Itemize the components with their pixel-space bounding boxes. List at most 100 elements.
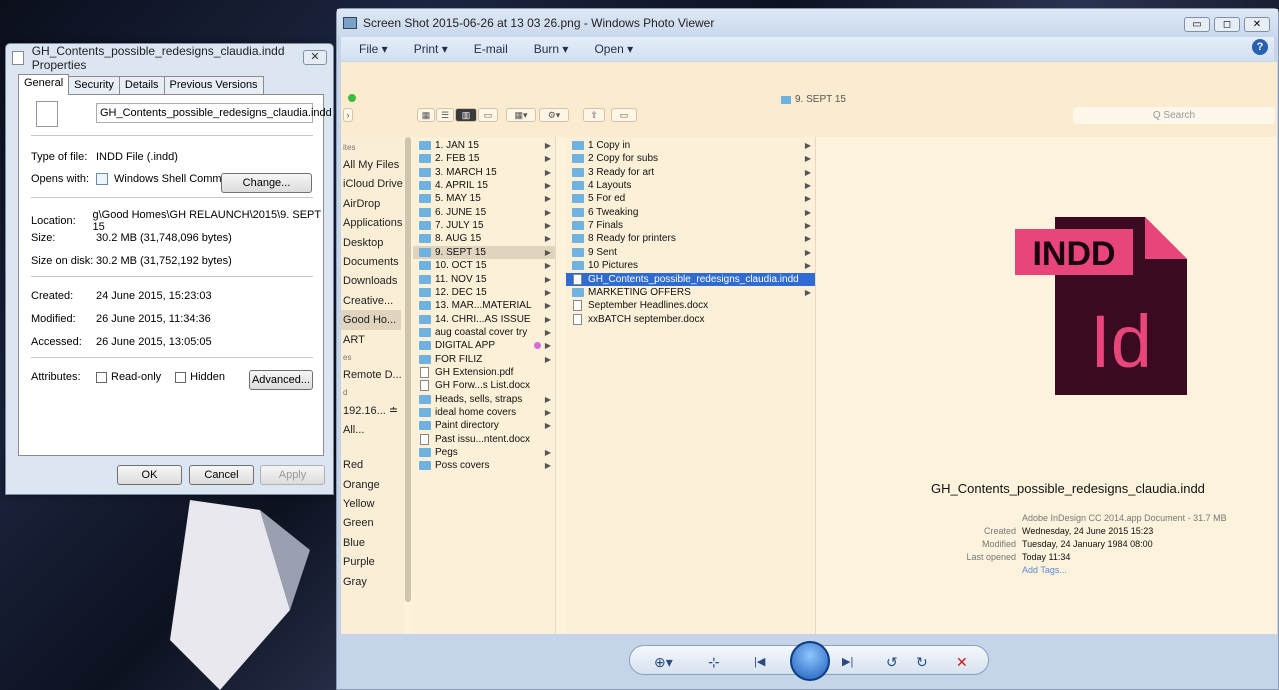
sidebar-item[interactable]: All... xyxy=(343,424,364,436)
icon-view-icon[interactable]: ▦ xyxy=(417,108,435,122)
sidebar-item[interactable]: Green xyxy=(343,517,374,529)
folder-item[interactable]: Poss covers ▶ xyxy=(413,459,555,472)
folder-item[interactable]: 4 Layouts ▶ xyxy=(566,179,815,192)
sidebar-item[interactable]: Good Ho... xyxy=(343,314,396,326)
folder-item[interactable]: 5. MAY 15 ▶ xyxy=(413,192,555,205)
folder-item[interactable]: 9 Sent ▶ xyxy=(566,246,815,259)
folder-item[interactable]: 7. JULY 15 ▶ xyxy=(413,219,555,232)
tab-general[interactable]: General xyxy=(18,74,70,95)
tab-details[interactable]: Details xyxy=(118,76,165,94)
folder-item[interactable]: Paint directory ▶ xyxy=(413,419,555,432)
folder-item[interactable]: MARKETING OFFERS ▶ xyxy=(566,286,815,299)
cancel-button[interactable]: Cancel xyxy=(189,465,254,485)
folder-item[interactable]: ideal home covers ▶ xyxy=(413,406,555,419)
folder-item[interactable]: 6. JUNE 15 ▶ xyxy=(413,206,555,219)
file-item[interactable]: GH_Contents_possible_redesigns_claudia.i… xyxy=(566,272,815,286)
folder-item[interactable]: Heads, sells, straps ▶ xyxy=(413,393,555,406)
sidebar-item[interactable]: All My Files xyxy=(343,159,399,171)
next-button[interactable]: ▶| xyxy=(842,655,853,668)
folder-item[interactable]: 14. CHRI...AS ISSUE ▶ xyxy=(413,313,555,326)
sidebar-item[interactable]: Desktop xyxy=(343,237,383,249)
tags-icon[interactable]: ▭ xyxy=(611,108,637,122)
menu-burn[interactable]: Burn ▾ xyxy=(534,42,569,56)
sidebar-item[interactable]: Purple xyxy=(343,556,375,568)
readonly-checkbox[interactable] xyxy=(96,371,107,383)
folder-item[interactable]: 8 Ready for printers ▶ xyxy=(566,232,815,245)
sidebar-item[interactable]: Gray xyxy=(343,576,367,588)
menu-file[interactable]: File ▾ xyxy=(359,42,388,56)
rotate-right-icon[interactable]: ↻ xyxy=(916,654,928,671)
apply-button[interactable]: Apply xyxy=(260,465,325,485)
folder-item[interactable]: 12. DEC 15 ▶ xyxy=(413,286,555,299)
sidebar-item[interactable]: iCloud Drive xyxy=(343,178,403,190)
maximize-button[interactable]: ◻ xyxy=(1214,17,1240,32)
sidebar-item[interactable]: Downloads xyxy=(343,275,397,287)
previous-button[interactable]: |◀ xyxy=(754,655,765,668)
folder-item[interactable]: 4. APRIL 15 ▶ xyxy=(413,179,555,192)
share-icon[interactable]: ⇧ xyxy=(583,108,605,122)
folder-item[interactable]: 1 Copy in ▶ xyxy=(566,139,815,152)
help-icon[interactable]: ? xyxy=(1252,39,1268,55)
folder-item[interactable]: 2 Copy for subs ▶ xyxy=(566,152,815,165)
finder-search-input[interactable]: Q Search xyxy=(1073,107,1275,124)
sidebar-item[interactable]: Remote D... xyxy=(343,369,402,381)
hidden-checkbox[interactable] xyxy=(175,371,187,383)
tab-security[interactable]: Security xyxy=(68,76,120,94)
sidebar-item[interactable]: Red xyxy=(343,459,363,471)
arrange-icon[interactable]: ▦▾ xyxy=(506,108,536,122)
add-tags-link[interactable]: Add Tags... xyxy=(1022,565,1067,575)
folder-item[interactable]: 2. FEB 15 ▶ xyxy=(413,152,555,165)
menu-print[interactable]: Print ▾ xyxy=(414,42,448,56)
zoom-icon[interactable]: ⊕▾ xyxy=(654,654,673,671)
action-gear-icon[interactable]: ⚙▾ xyxy=(539,108,569,122)
file-item[interactable]: GH Extension.pdf xyxy=(413,366,555,379)
folder-item[interactable]: 11. NOV 15 ▶ xyxy=(413,273,555,286)
folder-item[interactable]: 8. AUG 15 ▶ xyxy=(413,232,555,245)
sidebar-item[interactable]: Orange xyxy=(343,479,380,491)
sidebar-item[interactable]: Yellow xyxy=(343,498,374,510)
sidebar-item[interactable]: Applications xyxy=(343,217,402,229)
column-view-icon[interactable]: ▥ xyxy=(455,108,477,122)
sidebar-item[interactable]: Documents xyxy=(343,256,399,268)
sidebar-item[interactable]: ART xyxy=(343,334,365,346)
advanced-button[interactable]: Advanced... xyxy=(249,370,313,390)
file-item[interactable]: Past issu...ntent.docx xyxy=(413,433,555,446)
delete-icon[interactable]: ✕ xyxy=(956,654,968,671)
folder-item[interactable]: DIGITAL APP ▶ xyxy=(413,339,555,352)
folder-item[interactable]: 5 For ed ▶ xyxy=(566,192,815,205)
folder-item[interactable]: 10. OCT 15 ▶ xyxy=(413,259,555,272)
folder-item[interactable]: 7 Finals ▶ xyxy=(566,219,815,232)
file-item[interactable]: GH Forw...s List.docx xyxy=(413,379,555,392)
menu-open[interactable]: Open ▾ xyxy=(594,42,633,56)
file-item[interactable]: September Headlines.docx xyxy=(566,299,815,312)
folder-item[interactable]: 13. MAR...MATERIAL ▶ xyxy=(413,299,555,312)
sidebar-item[interactable]: AirDrop xyxy=(343,198,380,210)
folder-item[interactable]: 1. JAN 15 ▶ xyxy=(413,139,555,152)
list-view-icon[interactable]: ☰ xyxy=(436,108,454,122)
close-button[interactable]: ✕ xyxy=(303,50,327,65)
sidebar-scrollbar[interactable] xyxy=(405,137,411,602)
menu-email[interactable]: E-mail xyxy=(474,42,508,56)
folder-item[interactable]: 3 Ready for art ▶ xyxy=(566,166,815,179)
folder-item[interactable]: 3. MARCH 15 ▶ xyxy=(413,166,555,179)
sidebar-item[interactable]: Creative... xyxy=(343,295,393,307)
tab-previous-versions[interactable]: Previous Versions xyxy=(163,76,264,94)
minimize-button[interactable]: ▭ xyxy=(1184,17,1210,32)
coverflow-icon[interactable]: ▭ xyxy=(478,108,498,122)
actual-size-icon[interactable]: ⊹ xyxy=(708,654,720,671)
folder-item[interactable]: 9. SEPT 15 ▶ xyxy=(413,245,555,259)
rotate-left-icon[interactable]: ↺ xyxy=(886,654,898,671)
forward-icon[interactable]: › xyxy=(343,108,353,122)
folder-item[interactable]: 6 Tweaking ▶ xyxy=(566,206,815,219)
change-button[interactable]: Change... xyxy=(221,173,312,193)
slideshow-button[interactable] xyxy=(790,641,830,681)
folder-item[interactable]: 10 Pictures ▶ xyxy=(566,259,815,272)
folder-item[interactable]: aug coastal cover try ▶ xyxy=(413,326,555,339)
filename-field[interactable]: GH_Contents_possible_redesigns_claudia.i… xyxy=(96,103,332,123)
sidebar-item[interactable]: Blue xyxy=(343,537,365,549)
ok-button[interactable]: OK xyxy=(117,465,182,485)
window-close-button[interactable]: ✕ xyxy=(1244,17,1270,32)
folder-item[interactable]: FOR FILIZ ▶ xyxy=(413,353,555,366)
file-item[interactable]: xxBATCH september.docx xyxy=(566,313,815,326)
sidebar-item[interactable]: 192.16... ≐ xyxy=(343,404,398,417)
